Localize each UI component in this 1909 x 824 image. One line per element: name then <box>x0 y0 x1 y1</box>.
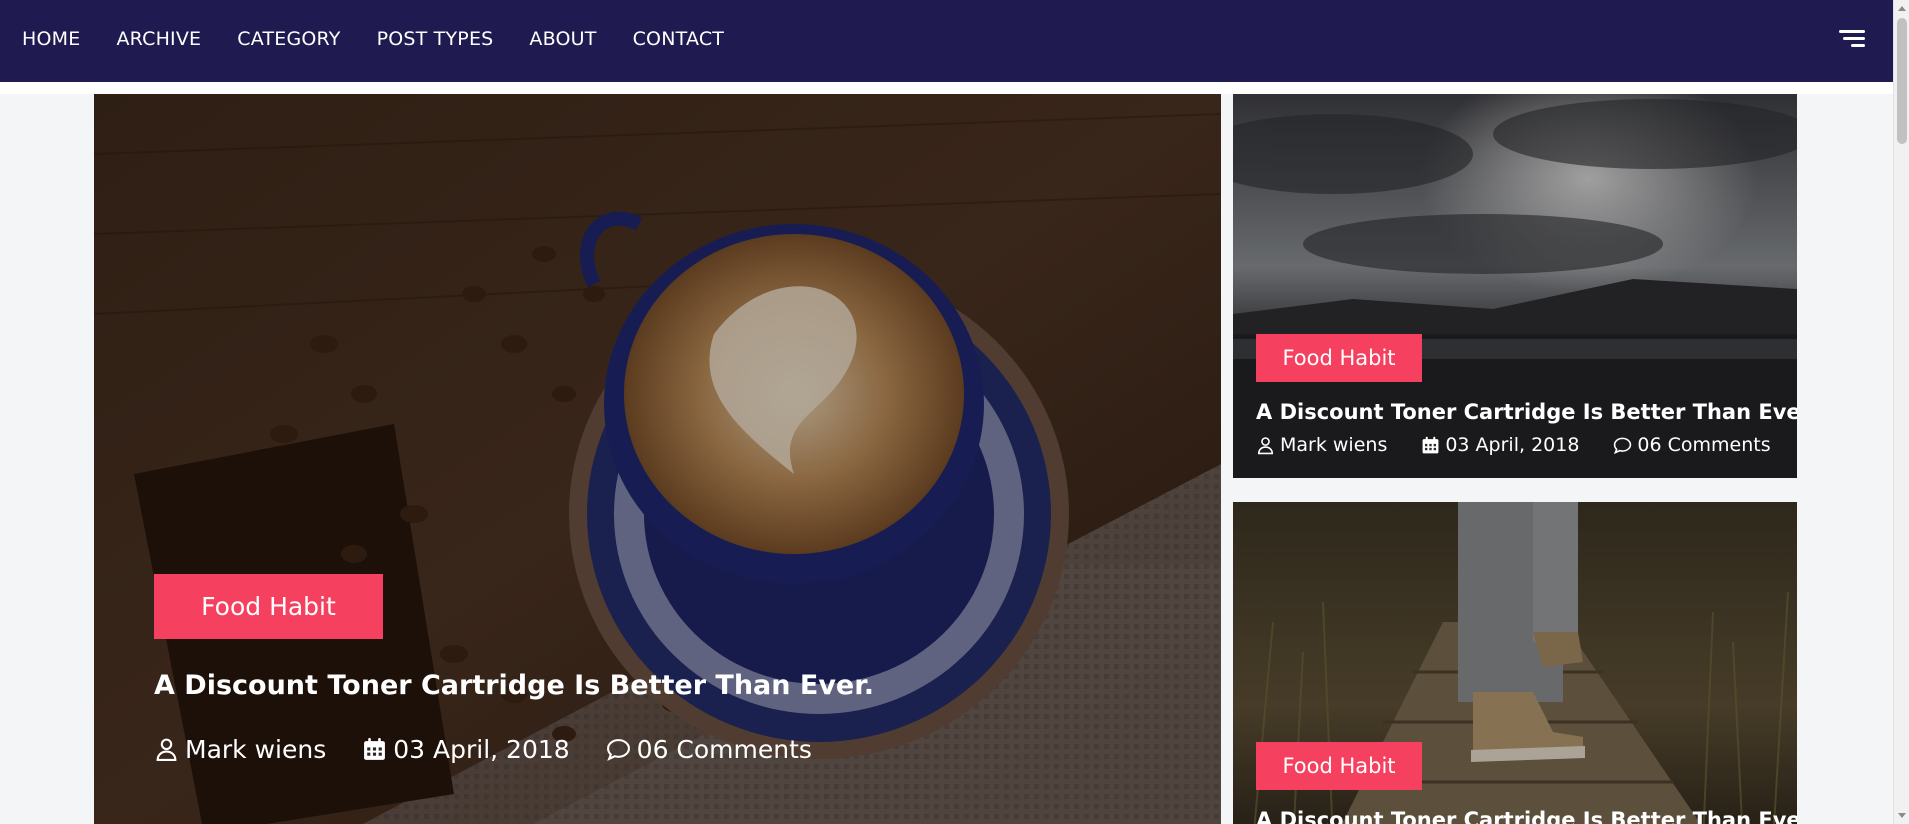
comment-icon <box>1614 437 1632 454</box>
scroll-down-arrow-icon[interactable] <box>1898 813 1906 818</box>
side-post-card-top[interactable]: Food Habit A Discount Toner Cartridge Is… <box>1233 94 1797 478</box>
comments-meta[interactable]: 06 Comments <box>606 735 812 764</box>
user-icon <box>156 738 177 761</box>
nav-divider <box>0 82 1893 94</box>
nav-item-contact[interactable]: CONTACT <box>633 28 725 50</box>
post-date: 03 April, 2018 <box>393 735 570 764</box>
post-title[interactable]: A Discount Toner Cartridge Is Better Tha… <box>1256 808 1797 824</box>
side-post-card-bottom[interactable]: Food Habit A Discount Toner Cartridge Is… <box>1233 502 1797 824</box>
top-navbar: HOME ARCHIVE CATEGORY POST TYPES ABOUT C… <box>0 0 1893 82</box>
page-scrollbar[interactable] <box>1893 0 1909 824</box>
nav-item-post-types[interactable]: POST TYPES <box>377 28 494 50</box>
post-title[interactable]: A Discount Toner Cartridge Is Better Tha… <box>154 670 874 701</box>
nav-item-about[interactable]: ABOUT <box>529 28 596 50</box>
author-meta[interactable]: Mark wiens <box>154 735 326 764</box>
comments-count: 06 Comments <box>636 735 812 764</box>
image-overlay <box>94 94 1221 824</box>
featured-post-card[interactable]: Food Habit A Discount Toner Cartridge Is… <box>94 94 1221 824</box>
author-name: Mark wiens <box>1280 434 1388 456</box>
date-meta: 03 April, 2018 <box>362 735 570 764</box>
category-badge[interactable]: Food Habit <box>1256 742 1422 790</box>
scroll-up-arrow-icon[interactable] <box>1898 6 1906 11</box>
hamburger-menu-icon[interactable] <box>1835 30 1865 50</box>
post-date: 03 April, 2018 <box>1445 434 1580 456</box>
comments-count: 06 Comments <box>1637 434 1771 456</box>
user-icon <box>1257 436 1274 454</box>
nav-item-home[interactable]: HOME <box>22 28 80 50</box>
author-meta[interactable]: Mark wiens <box>1256 434 1387 456</box>
nav-item-category[interactable]: CATEGORY <box>237 28 340 50</box>
main-nav: HOME ARCHIVE CATEGORY POST TYPES ABOUT C… <box>22 0 760 78</box>
post-meta: Mark wiens 03 April, 2018 06 Comments <box>154 735 848 764</box>
comment-icon <box>606 739 630 761</box>
nav-item-archive[interactable]: ARCHIVE <box>116 28 201 50</box>
comments-meta[interactable]: 06 Comments <box>1613 434 1771 456</box>
post-title[interactable]: A Discount Toner Cartridge Is Better Tha… <box>1256 400 1797 424</box>
author-name: Mark wiens <box>185 735 327 764</box>
calendar-icon <box>364 738 386 760</box>
post-meta: Mark wiens 03 April, 2018 06 Comments <box>1256 434 1797 456</box>
category-badge[interactable]: Food Habit <box>154 574 383 639</box>
category-badge[interactable]: Food Habit <box>1256 334 1422 382</box>
date-meta: 03 April, 2018 <box>1421 434 1579 456</box>
calendar-icon <box>1422 436 1439 453</box>
scroll-thumb[interactable] <box>1897 18 1907 144</box>
